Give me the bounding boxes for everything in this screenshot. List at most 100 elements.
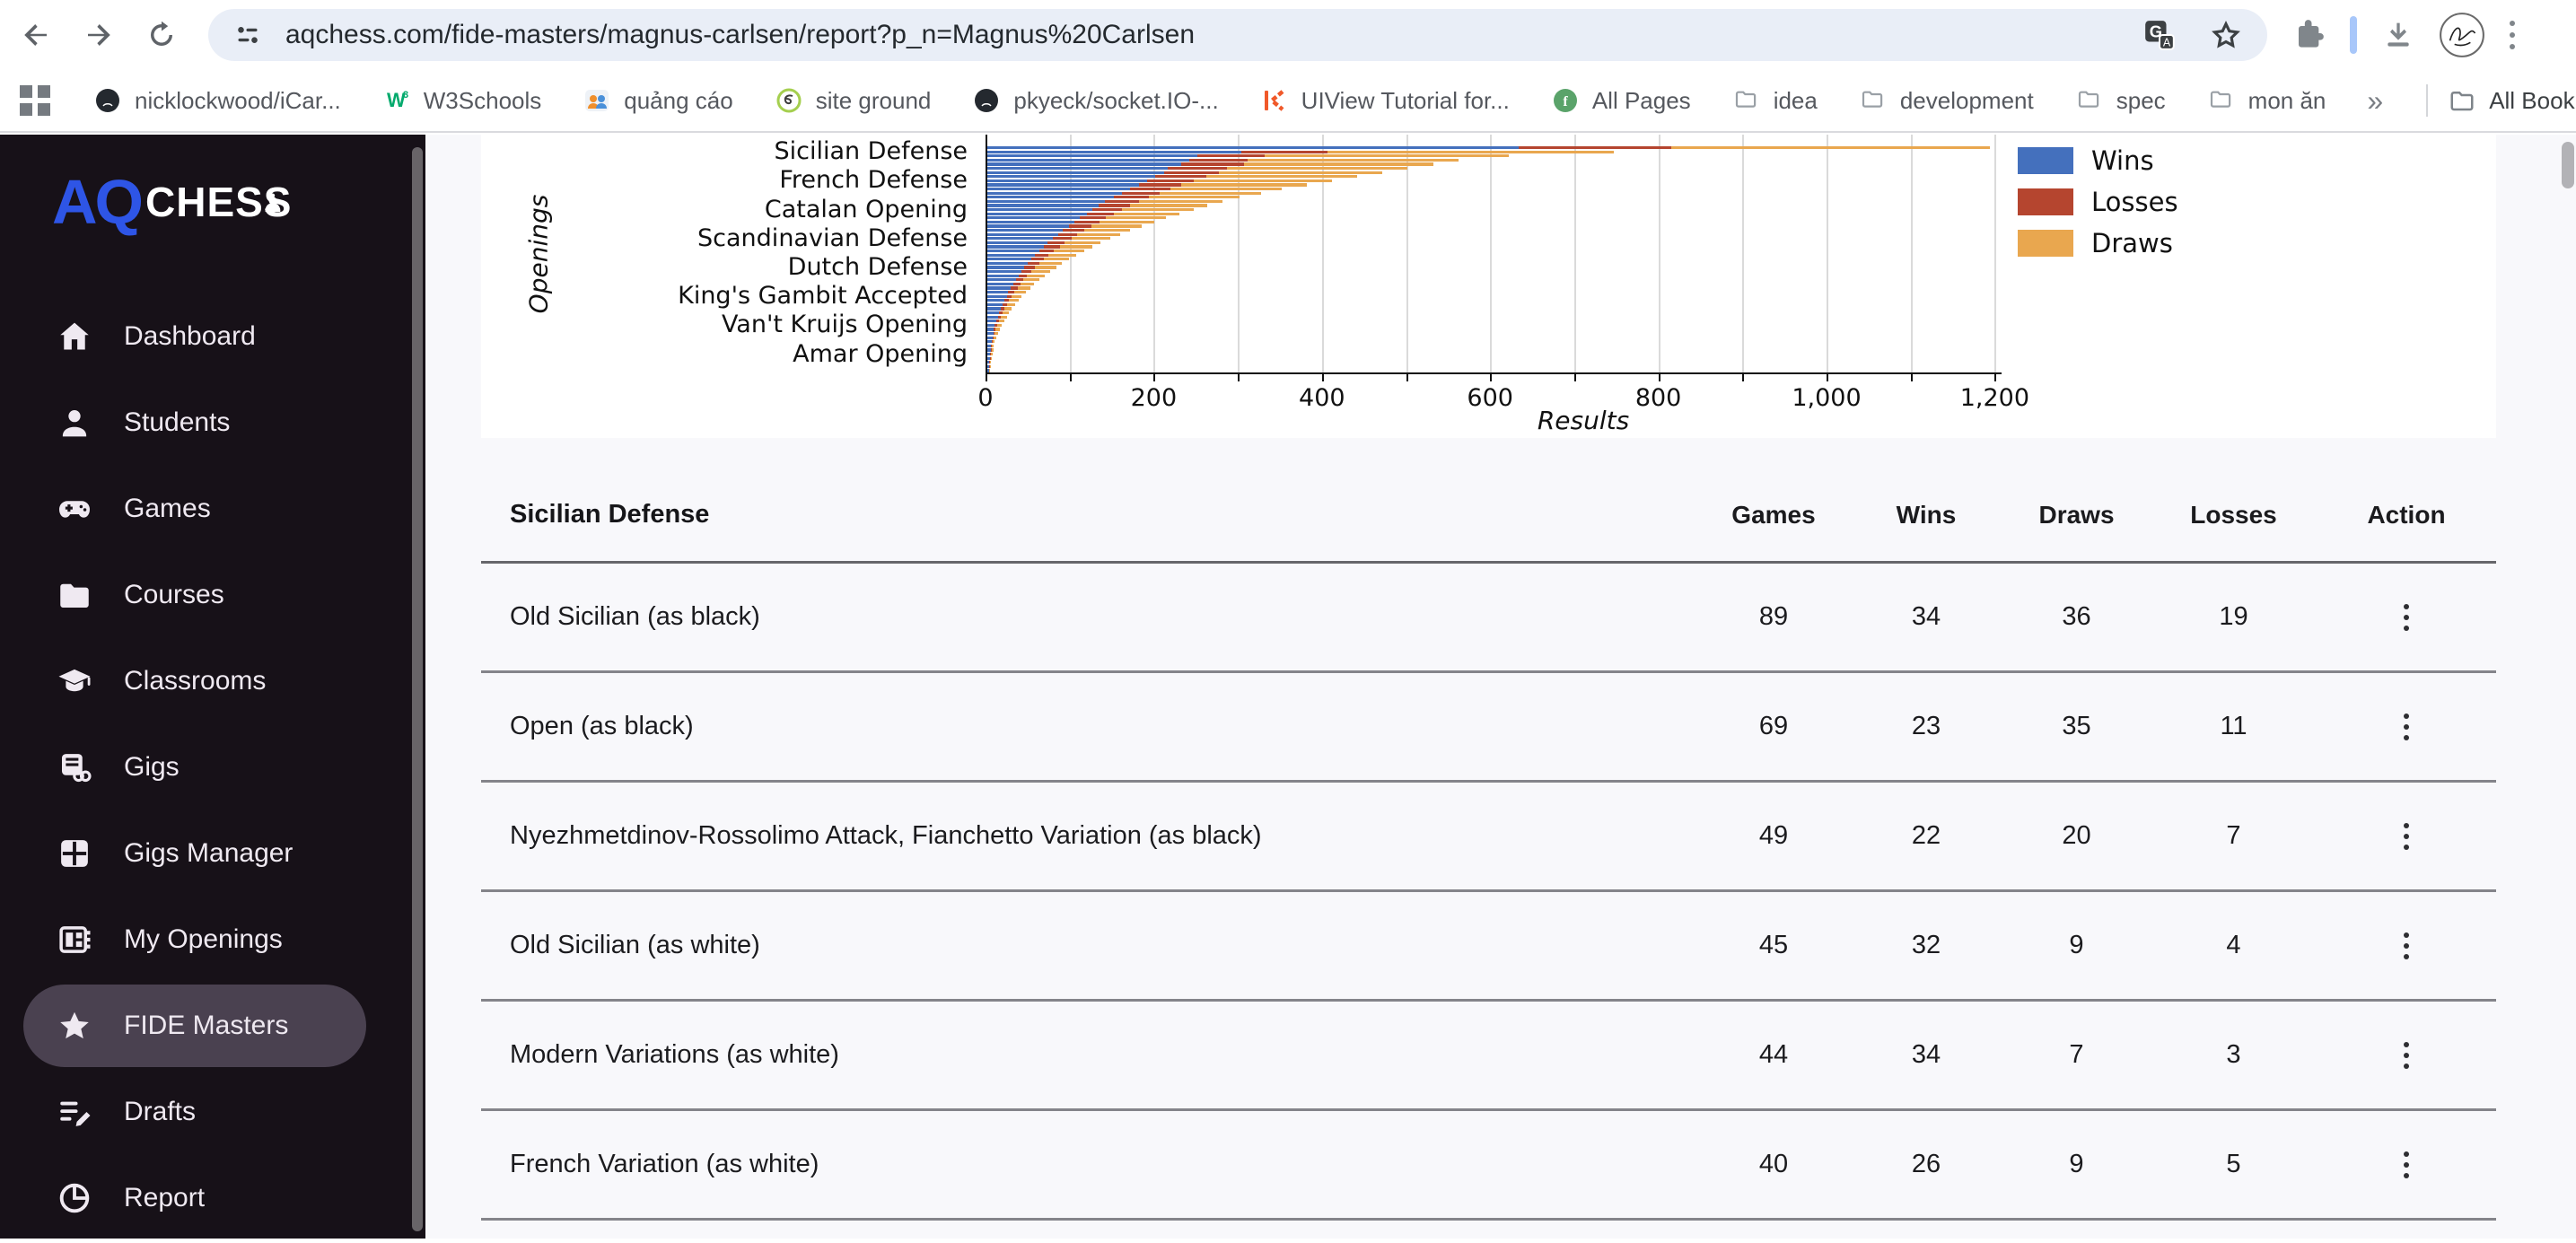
opening-name: Modern Variations (as white): [481, 1040, 1697, 1070]
bookmark-label: UIView Tutorial for...: [1301, 87, 1510, 115]
row-actions-menu-icon[interactable]: [2398, 599, 2414, 636]
table-row: Modern Variations (as white)443473: [481, 1002, 2496, 1111]
sidebar-item-drafts[interactable]: Drafts: [23, 1071, 366, 1153]
stacked-bar: [987, 262, 1062, 265]
all-bookmarks-button[interactable]: All Bookmarks: [2448, 86, 2576, 115]
sidebar-item-fide-masters[interactable]: FIDE Masters: [23, 985, 366, 1067]
bookmark-item[interactable]: UIView Tutorial for...: [1260, 86, 1510, 115]
address-bar[interactable]: aqchess.com/fide-masters/magnus-carlsen/…: [208, 9, 2267, 61]
stacked-bar: [987, 278, 1039, 281]
column-header-games: Games: [1697, 501, 1850, 530]
bookmark-item[interactable]: spec: [2075, 86, 2166, 115]
sidebar-item-gigs-manager[interactable]: Gigs Manager: [23, 812, 366, 895]
url-text[interactable]: aqchess.com/fide-masters/magnus-carlsen/…: [285, 20, 1195, 50]
row-actions-menu-icon[interactable]: [2398, 1037, 2414, 1074]
stacked-bar: [987, 233, 1120, 236]
bookmark-item[interactable]: mon ăn: [2207, 86, 2326, 115]
app-logo[interactable]: AQ ♟ CHESS: [52, 171, 292, 233]
stacked-bar: [987, 324, 1002, 327]
stacked-bar: [987, 241, 1100, 244]
row-actions-menu-icon[interactable]: [2398, 927, 2414, 965]
stacked-bar: [987, 258, 1069, 260]
bookmark-item[interactable]: pkyeck/socket.IO-...: [972, 86, 1218, 115]
reload-icon[interactable]: [142, 15, 181, 55]
bookmark-label: pkyeck/socket.IO-...: [1013, 87, 1218, 115]
translate-icon[interactable]: G A: [2142, 17, 2177, 53]
siteground-icon: [775, 86, 803, 115]
bookmark-item[interactable]: development: [1859, 86, 2034, 115]
losses-value: 11: [2151, 712, 2317, 741]
stacked-bar: [987, 303, 1015, 306]
bookmark-item[interactable]: site ground: [775, 86, 932, 115]
bookmark-item[interactable]: fAll Pages: [1551, 86, 1691, 115]
sidebar-item-classrooms[interactable]: Classrooms: [23, 640, 366, 722]
x-tick-mark: [986, 374, 987, 381]
gamepad-icon: [56, 490, 93, 528]
gridline: [1659, 135, 1660, 372]
table-row: Old Sicilian (as white)453294: [481, 892, 2496, 1002]
browser-menu-icon[interactable]: [2506, 17, 2519, 53]
games-value: 49: [1697, 821, 1850, 851]
bookmark-item[interactable]: W3W3Schools: [382, 86, 542, 115]
stacked-bar: [987, 337, 996, 339]
opening-name: Old Sicilian (as white): [481, 931, 1697, 960]
stacked-bar: [987, 208, 1194, 211]
column-header-wins: Wins: [1850, 501, 2002, 530]
bookmarks-overflow-icon[interactable]: »: [2367, 84, 2383, 118]
x-tick-mark: [1490, 374, 1492, 381]
row-actions-menu-icon[interactable]: [2398, 708, 2414, 746]
bookmark-item[interactable]: quảng cáo: [583, 86, 732, 115]
x-tick-mark: [1911, 374, 1913, 381]
star-icon: [56, 1007, 93, 1045]
gridline: [1742, 135, 1744, 372]
games-value: 89: [1697, 602, 1850, 632]
main-panel: Openings Sicilian DefenseFrench DefenseC…: [425, 135, 2576, 1239]
chart-category-label: French Defense: [779, 168, 968, 193]
x-tick-mark: [1742, 374, 1744, 381]
apps-grid-icon[interactable]: [20, 85, 50, 116]
gridline: [1994, 135, 1996, 372]
sidebar-item-my-openings[interactable]: My Openings: [23, 898, 366, 981]
sidebar-item-games[interactable]: Games: [23, 468, 366, 550]
row-actions-menu-icon[interactable]: [2398, 818, 2414, 855]
pawn-icon: ♟: [261, 188, 284, 218]
sidebar-scrollbar[interactable]: [412, 147, 423, 1231]
x-tick-label: 200: [1091, 384, 1216, 412]
toolbar-right-cluster: [2291, 11, 2519, 59]
bookmark-item[interactable]: idea: [1732, 86, 1818, 115]
profile-avatar[interactable]: [2438, 11, 2486, 59]
sidebar-item-courses[interactable]: Courses: [23, 554, 366, 636]
forward-icon[interactable]: [79, 15, 118, 55]
back-icon[interactable]: [16, 15, 56, 55]
bookmark-item[interactable]: nicklockwood/iCar...: [93, 86, 341, 115]
stacked-bar: [987, 224, 1142, 227]
legend-swatch: [2018, 230, 2073, 257]
sidebar-item-report[interactable]: Report: [23, 1157, 366, 1239]
site-info-icon[interactable]: [232, 19, 264, 51]
extensions-puzzle-icon[interactable]: [2291, 17, 2326, 53]
x-tick-mark: [1406, 374, 1408, 381]
sidebar-item-label: FIDE Masters: [124, 1011, 288, 1041]
legend-swatch: [2018, 147, 2073, 174]
svg-text:3: 3: [403, 90, 408, 101]
folder-icon: [56, 576, 93, 614]
row-actions-menu-icon[interactable]: [2398, 1146, 2414, 1184]
sidebar-item-label: Classrooms: [124, 666, 266, 696]
folder-icon: [2448, 86, 2476, 115]
bookmark-star-icon[interactable]: [2208, 17, 2244, 53]
legend-entry: Losses: [2018, 181, 2178, 223]
stacked-bar: [987, 286, 1030, 289]
sidebar-item-dashboard[interactable]: Dashboard: [23, 295, 366, 378]
sidebar-item-gigs[interactable]: Gigs: [23, 726, 366, 809]
chart-category-label: Sicilian Defense: [774, 139, 968, 164]
page-scrollbar[interactable]: [2562, 142, 2574, 188]
downloads-icon[interactable]: [2380, 17, 2416, 53]
stacked-bar: [987, 249, 1084, 252]
stacked-bar: [987, 295, 1021, 298]
x-tick-mark: [1994, 374, 1996, 381]
opening-name: French Variation (as white): [481, 1150, 1697, 1179]
stacked-bar: [987, 332, 998, 335]
chart-x-axis-label: Results: [1494, 406, 1673, 435]
kodeco-icon: [1260, 86, 1289, 115]
sidebar-item-students[interactable]: Students: [23, 381, 366, 464]
